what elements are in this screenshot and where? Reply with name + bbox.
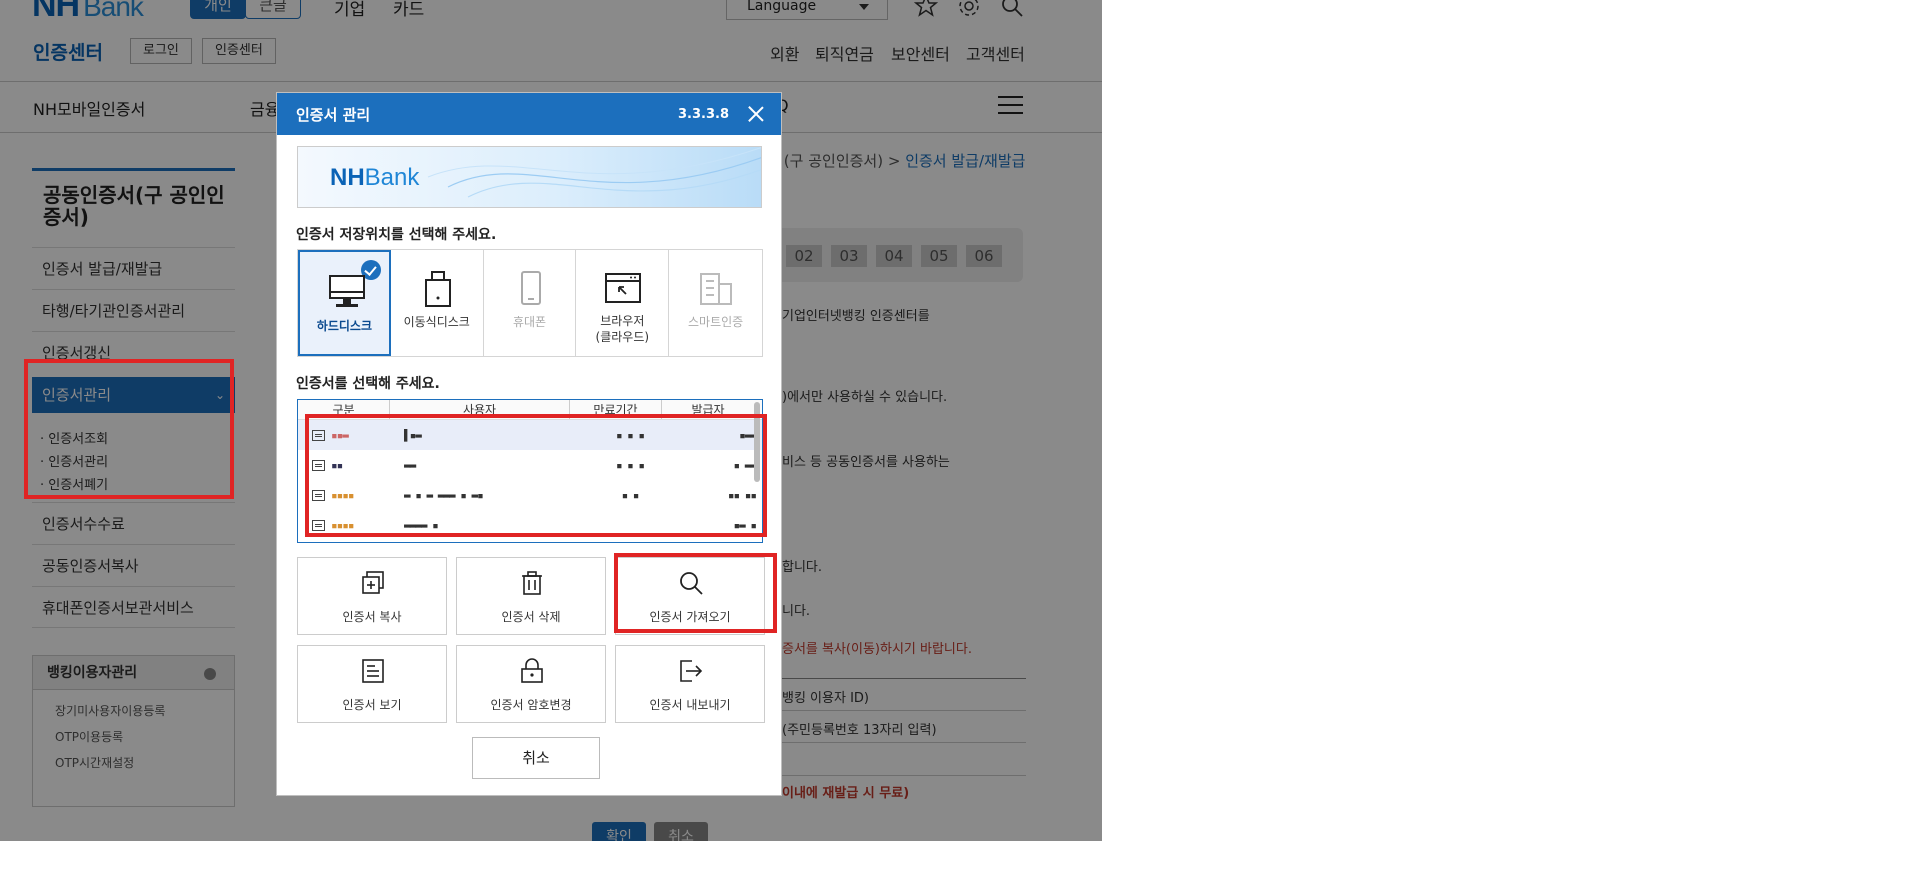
dialog-cancel-button[interactable]: 취소	[472, 737, 600, 779]
storage-label: 인증서 저장위치를 선택해 주세요.	[296, 227, 497, 243]
storage-browser[interactable]: 브라우저 (클라우드)	[576, 250, 670, 356]
banner-nh-logo: NHBank	[330, 164, 420, 191]
document-icon	[362, 659, 384, 683]
highlight-cert-list	[305, 414, 767, 537]
copy-cert-button[interactable]: 인증서 복사	[297, 557, 447, 635]
storage-smart[interactable]: 스마트인증	[669, 250, 762, 356]
delete-cert-label: 인증서 삭제	[501, 610, 561, 624]
close-icon[interactable]	[747, 105, 765, 123]
export-cert-button[interactable]: 인증서 내보내기	[615, 645, 765, 723]
storage-label-browser: 브라우저 (클라우드)	[595, 314, 650, 344]
dialog-header: 인증서 관리 3.3.3.8	[277, 93, 781, 135]
monitor-icon	[329, 275, 365, 307]
storage-label-phone: 휴대폰	[512, 315, 547, 329]
browser-icon	[605, 273, 642, 303]
phone-icon	[520, 271, 541, 305]
view-cert-button[interactable]: 인증서 보기	[297, 645, 447, 723]
change-password-label: 인증서 암호변경	[490, 698, 572, 712]
lock-icon	[521, 658, 543, 683]
storage-label-removable: 이동식디스크	[403, 315, 470, 329]
export-cert-label: 인증서 내보내기	[649, 698, 731, 712]
nh-bank-page: NH Bank 개인 큰글 기업 카드 Language 인증센터 로그인 인증센…	[0, 0, 1102, 841]
dialog-banner: NHBank	[297, 146, 762, 208]
storage-label-smart: 스마트인증	[688, 315, 744, 329]
usb-drive-icon	[424, 271, 451, 307]
storage-removable[interactable]: 이동식디스크	[391, 250, 484, 356]
storage-harddisk[interactable]: 하드디스크	[298, 250, 391, 356]
dialog-version: 3.3.3.8	[678, 107, 729, 122]
highlight-import-button	[614, 553, 777, 633]
delete-cert-button[interactable]: 인증서 삭제	[456, 557, 606, 635]
cert-select-label: 인증서를 선택해 주세요.	[296, 376, 440, 392]
copy-cert-label: 인증서 복사	[342, 610, 402, 624]
storage-phone[interactable]: 휴대폰	[484, 250, 577, 356]
storage-selector: 하드디스크 이동식디스크 휴대폰 브라우저 (클라우드) 스마트인증	[297, 249, 763, 357]
change-password-button[interactable]: 인증서 암호변경	[456, 645, 606, 723]
building-icon	[700, 273, 733, 305]
copy-icon	[362, 571, 384, 594]
export-icon	[680, 660, 703, 682]
dialog-title: 인증서 관리	[296, 106, 371, 124]
storage-label-harddisk: 하드디스크	[316, 319, 372, 333]
trash-icon	[522, 571, 542, 595]
highlight-cert-manage-menu	[24, 359, 234, 499]
view-cert-label: 인증서 보기	[342, 698, 402, 712]
